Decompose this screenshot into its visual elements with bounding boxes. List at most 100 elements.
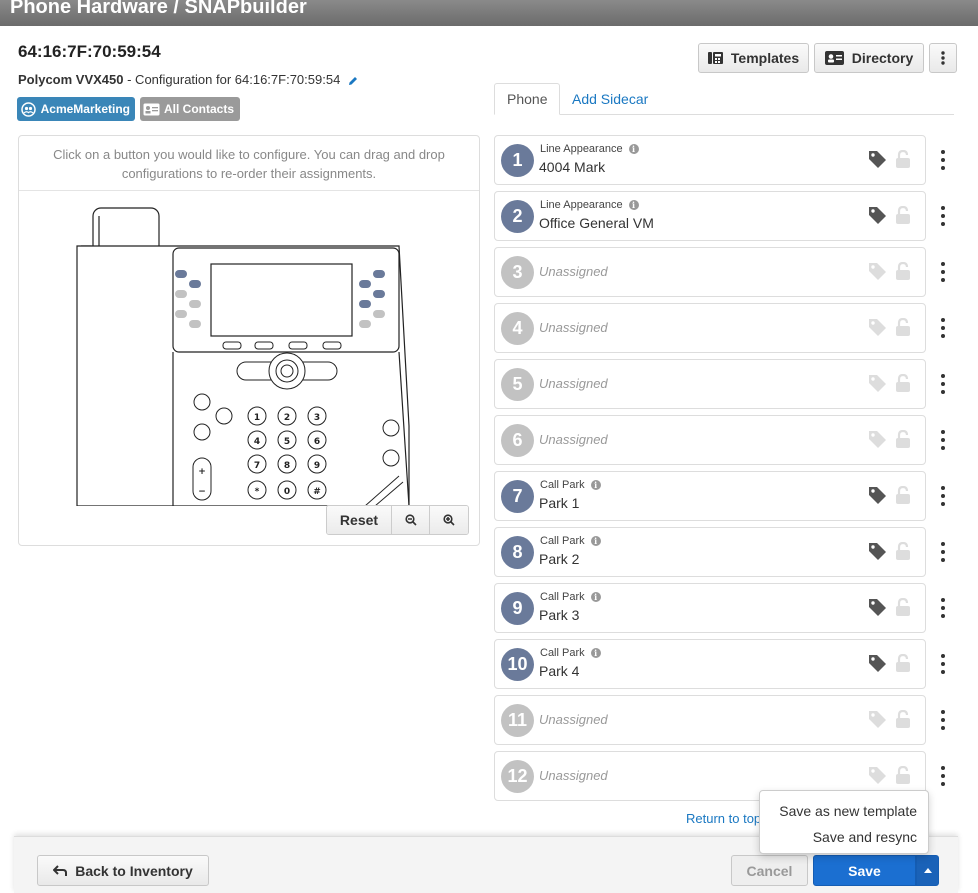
back-to-inventory-button[interactable]: Back to Inventory [37, 855, 209, 886]
tag-acme-label: AcmeMarketing [40, 102, 130, 116]
tag-icon[interactable] [867, 373, 887, 393]
tag-icon[interactable] [867, 429, 887, 449]
line-key-type: Line Appearance i [540, 143, 639, 155]
line-key-row[interactable]: 9 Call Park i Park 3 [494, 583, 926, 633]
line-key-number: 5 [501, 368, 534, 401]
line-key-row[interactable]: 7 Call Park i Park 1 [494, 471, 926, 521]
line-key-type-label: Line Appearance [540, 199, 623, 211]
info-icon[interactable]: i [590, 536, 601, 546]
cancel-button[interactable]: Cancel [731, 855, 808, 886]
tag-all-contacts[interactable]: All Contacts [140, 97, 240, 121]
line-key-row[interactable]: 2 Line Appearance i Office General VM [494, 191, 926, 241]
line-key-unassigned: Unassigned [539, 264, 608, 279]
save-button[interactable]: Save [813, 855, 916, 886]
zoom-controls: Reset [326, 505, 469, 535]
zoom-in-icon [443, 514, 455, 526]
line-key-menu-icon[interactable] [938, 484, 948, 508]
line-key-actions [867, 597, 911, 617]
info-icon[interactable]: i [628, 144, 639, 154]
directory-button[interactable]: Directory [814, 43, 924, 73]
line-key-row[interactable]: 4 Unassigned [494, 303, 926, 353]
info-icon[interactable]: i [628, 200, 639, 210]
line-key-menu-icon[interactable] [938, 260, 948, 284]
return-to-top-link[interactable]: Return to top [686, 811, 761, 826]
unlock-icon[interactable] [895, 317, 911, 337]
tag-icon[interactable] [867, 653, 887, 673]
tag-icon[interactable] [867, 205, 887, 225]
unlock-icon[interactable] [895, 373, 911, 393]
info-icon[interactable]: i [590, 592, 601, 602]
line-key-number: 4 [501, 312, 534, 345]
line-key-number: 12 [501, 760, 534, 793]
line-key-menu-icon[interactable] [938, 372, 948, 396]
unlock-icon[interactable] [895, 765, 911, 785]
tag-icon[interactable] [867, 541, 887, 561]
info-icon[interactable]: i [590, 480, 601, 490]
line-key-row[interactable]: 10 Call Park i Park 4 [494, 639, 926, 689]
menu-item-save-as-template[interactable]: Save as new template [779, 803, 917, 819]
menu-item-save-and-resync[interactable]: Save and resync [813, 829, 917, 845]
unlock-icon[interactable] [895, 205, 911, 225]
vertical-dots-icon [941, 51, 945, 65]
line-key-menu-icon[interactable] [938, 764, 948, 788]
tag-icon[interactable] [867, 317, 887, 337]
line-key-menu-icon[interactable] [938, 540, 948, 564]
line-key-row[interactable]: 8 Call Park i Park 2 [494, 527, 926, 577]
line-key-row[interactable]: 6 Unassigned [494, 415, 926, 465]
line-key-menu-icon[interactable] [938, 148, 948, 172]
line-key-menu-icon[interactable] [938, 204, 948, 228]
unlock-icon[interactable] [895, 149, 911, 169]
line-key-type: Call Park i [540, 647, 601, 659]
line-key-label: Park 4 [539, 663, 580, 679]
line-key-menu-icon[interactable] [938, 652, 948, 676]
unlock-icon[interactable] [895, 261, 911, 281]
zoom-out-button[interactable] [392, 506, 430, 534]
reset-button[interactable]: Reset [327, 506, 392, 534]
line-key-row[interactable]: 5 Unassigned [494, 359, 926, 409]
directory-icon [824, 51, 844, 65]
svg-text:8: 8 [284, 461, 290, 471]
line-key-unassigned: Unassigned [539, 376, 608, 391]
tag-icon[interactable] [867, 709, 887, 729]
info-icon[interactable]: i [590, 648, 601, 658]
tag-icon[interactable] [867, 149, 887, 169]
tab-add-sidecar[interactable]: Add Sidecar [560, 83, 660, 115]
unlock-icon[interactable] [895, 541, 911, 561]
phone-diagram[interactable]: 1 2 3 4 5 6 7 8 9 * 0 # + − [69, 206, 429, 506]
line-key-row[interactable]: 3 Unassigned [494, 247, 926, 297]
more-options-button[interactable] [929, 43, 957, 73]
page-header: Phone Hardware / SNAPbuilder [0, 0, 978, 26]
tab-phone[interactable]: Phone [494, 83, 561, 115]
unlock-icon[interactable] [895, 709, 911, 729]
line-key-row[interactable]: 11 Unassigned [494, 695, 926, 745]
save-options-toggle[interactable] [916, 855, 939, 886]
templates-button[interactable]: Templates [698, 43, 809, 73]
line-key-menu-icon[interactable] [938, 428, 948, 452]
line-key-menu-icon[interactable] [938, 708, 948, 732]
line-key-actions [867, 709, 911, 729]
caret-up-icon [923, 868, 932, 873]
line-key-number: 1 [501, 144, 534, 177]
templates-icon [707, 52, 723, 64]
tag-icon[interactable] [867, 485, 887, 505]
svg-text:9: 9 [314, 461, 320, 471]
zoom-in-button[interactable] [430, 506, 468, 534]
tag-icon[interactable] [867, 261, 887, 281]
unlock-icon[interactable] [895, 485, 911, 505]
edit-pencil-icon[interactable] [347, 75, 359, 87]
line-key-number: 10 [501, 648, 534, 681]
line-key-number: 2 [501, 200, 534, 233]
line-key-actions [867, 149, 911, 169]
unlock-icon[interactable] [895, 597, 911, 617]
tag-icon[interactable] [867, 765, 887, 785]
line-key-type: Line Appearance i [540, 199, 639, 211]
device-config-text: - Configuration for 64:16:7F:70:59:54 [123, 72, 341, 87]
unlock-icon[interactable] [895, 429, 911, 449]
tag-acmemarketing[interactable]: AcmeMarketing [17, 97, 135, 121]
line-key-menu-icon[interactable] [938, 596, 948, 620]
line-key-number: 9 [501, 592, 534, 625]
tag-icon[interactable] [867, 597, 887, 617]
line-key-row[interactable]: 1 Line Appearance i 4004 Mark [494, 135, 926, 185]
unlock-icon[interactable] [895, 653, 911, 673]
line-key-menu-icon[interactable] [938, 316, 948, 340]
